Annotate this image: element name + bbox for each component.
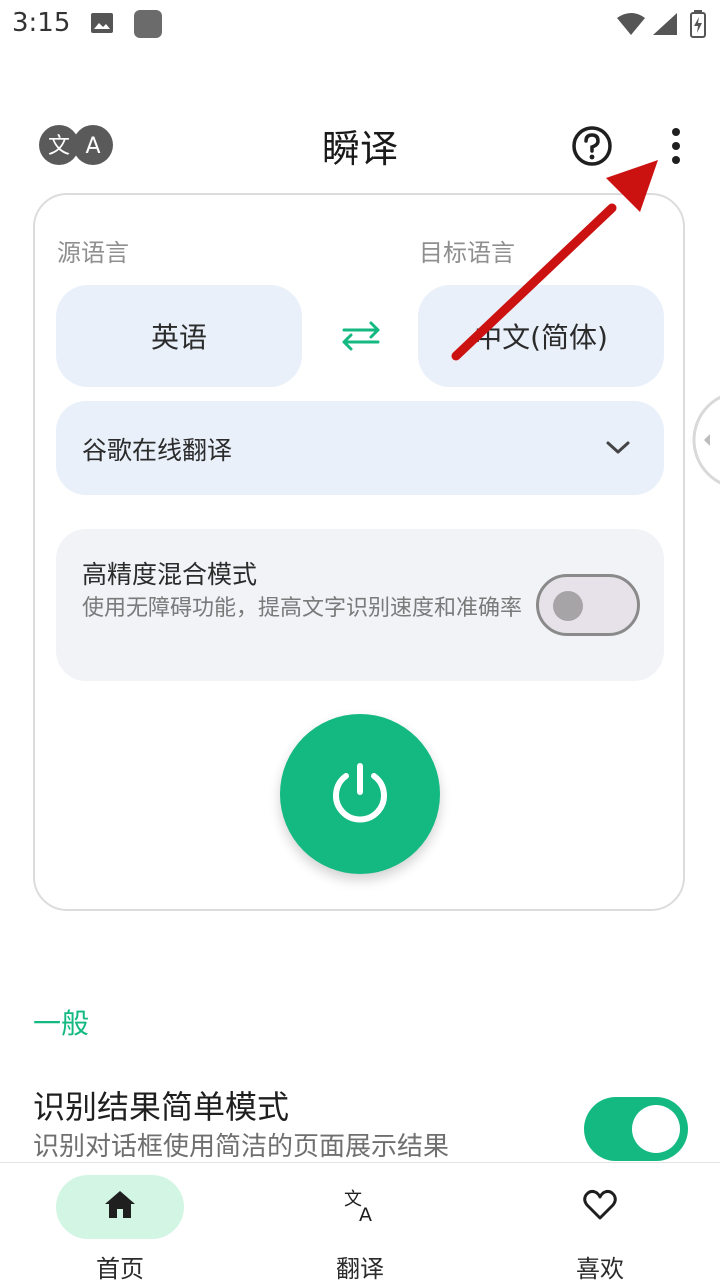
home-icon [105,1191,135,1218]
nav-label-home: 首页 [96,1255,144,1283]
nav-label-favorites: 喜欢 [576,1255,624,1283]
nav-label-translate: 翻译 [336,1255,384,1283]
status-bar: 3:15 [0,0,720,50]
hybrid-mode-description: 使用无障碍功能，提高文字识别速度和准确率 [82,596,523,621]
engine-value: 谷歌在线翻译 [82,436,233,465]
hybrid-mode-toggle[interactable] [536,574,640,636]
translate-icon: 文 A [344,1189,372,1223]
source-language-label: 源语言 [57,239,129,267]
nav-item-home[interactable]: 首页 [0,1163,240,1283]
source-language-value: 英语 [150,321,207,354]
signal-icon [653,13,677,35]
status-time: 3:15 [12,8,71,38]
swap-languages-icon[interactable] [338,318,384,356]
simple-mode-description: 识别对话框使用简洁的页面展示结果 [33,1132,450,1162]
translation-engine-select[interactable]: 谷歌在线翻译 [56,401,664,495]
nav-item-favorites[interactable]: 喜欢 [480,1163,720,1283]
image-notification-icon [91,13,113,33]
annotation-arrow [451,160,658,361]
bottom-nav: 首页 文 A 翻译 喜欢 [0,1162,720,1283]
wifi-icon [617,13,645,35]
source-language-button[interactable]: 英语 [56,285,302,387]
heart-icon [583,1189,617,1220]
nav-item-translate[interactable]: 文 A 翻译 [240,1163,480,1283]
hybrid-mode-panel: 高精度混合模式 使用无障碍功能，提高文字识别速度和准确率 [56,529,664,681]
simple-mode-title: 识别结果简单模式 [33,1088,290,1126]
hybrid-mode-title: 高精度混合模式 [82,560,258,589]
toggle-knob [553,591,583,621]
battery-icon [690,10,706,38]
power-icon [333,763,387,823]
chevron-down-icon [606,441,630,454]
toggle-knob [632,1105,680,1153]
power-button[interactable] [280,714,440,874]
app-notification-icon [134,10,162,38]
simple-mode-toggle[interactable] [584,1097,688,1161]
svg-text:A: A [359,1204,372,1223]
section-header-general: 一般 [33,1007,90,1040]
floating-edge-handle[interactable] [690,390,720,490]
